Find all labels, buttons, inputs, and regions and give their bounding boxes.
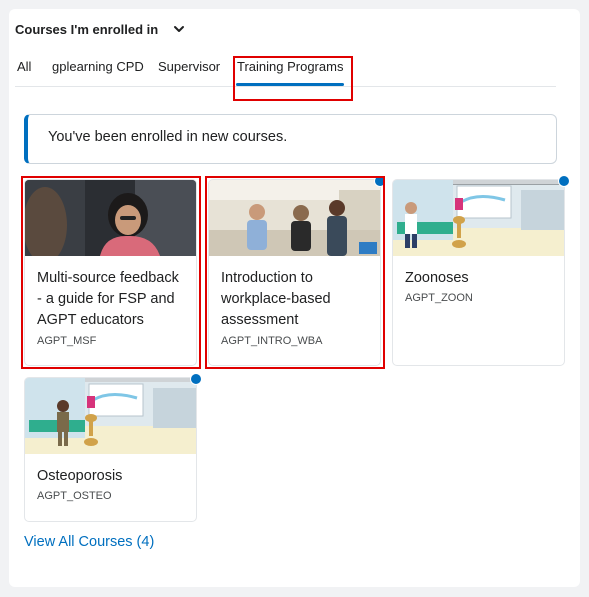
course-card-zoonoses[interactable]: Zoonoses AGPT_ZOON	[392, 175, 570, 366]
new-course-indicator	[190, 373, 202, 385]
view-all-courses-link[interactable]: View All Courses (4)	[24, 534, 154, 550]
course-title[interactable]: Osteoporosis	[37, 466, 187, 487]
enrollment-alert: You've been enrolled in new courses.	[24, 114, 557, 164]
course-code: AGPT_ZOON	[405, 292, 473, 304]
highlight-box-tab	[233, 56, 353, 101]
course-card-osteoporosis[interactable]: Osteoporosis AGPT_OSTEO	[24, 373, 202, 522]
new-course-indicator	[558, 175, 570, 187]
course-image-zoonoses	[393, 180, 564, 256]
course-image-osteoporosis	[25, 378, 196, 454]
course-code: AGPT_OSTEO	[37, 490, 112, 502]
highlight-box-card-msf	[21, 176, 201, 369]
widget-title: Courses I'm enrolled in	[15, 21, 159, 37]
tab-gplearning-cpd[interactable]: gplearning CPD	[52, 59, 144, 83]
alert-text: You've been enrolled in new courses.	[48, 129, 288, 145]
course-title[interactable]: Zoonoses	[405, 268, 555, 289]
widget-header[interactable]: Courses I'm enrolled in	[15, 19, 186, 39]
image-top-bar	[453, 180, 560, 184]
image-top-bar	[85, 378, 192, 382]
tab-supervisor[interactable]: Supervisor	[158, 59, 220, 83]
highlight-box-card-intro-wba	[205, 176, 385, 369]
chevron-down-icon[interactable]	[172, 22, 186, 36]
tab-all[interactable]: All	[17, 59, 31, 83]
